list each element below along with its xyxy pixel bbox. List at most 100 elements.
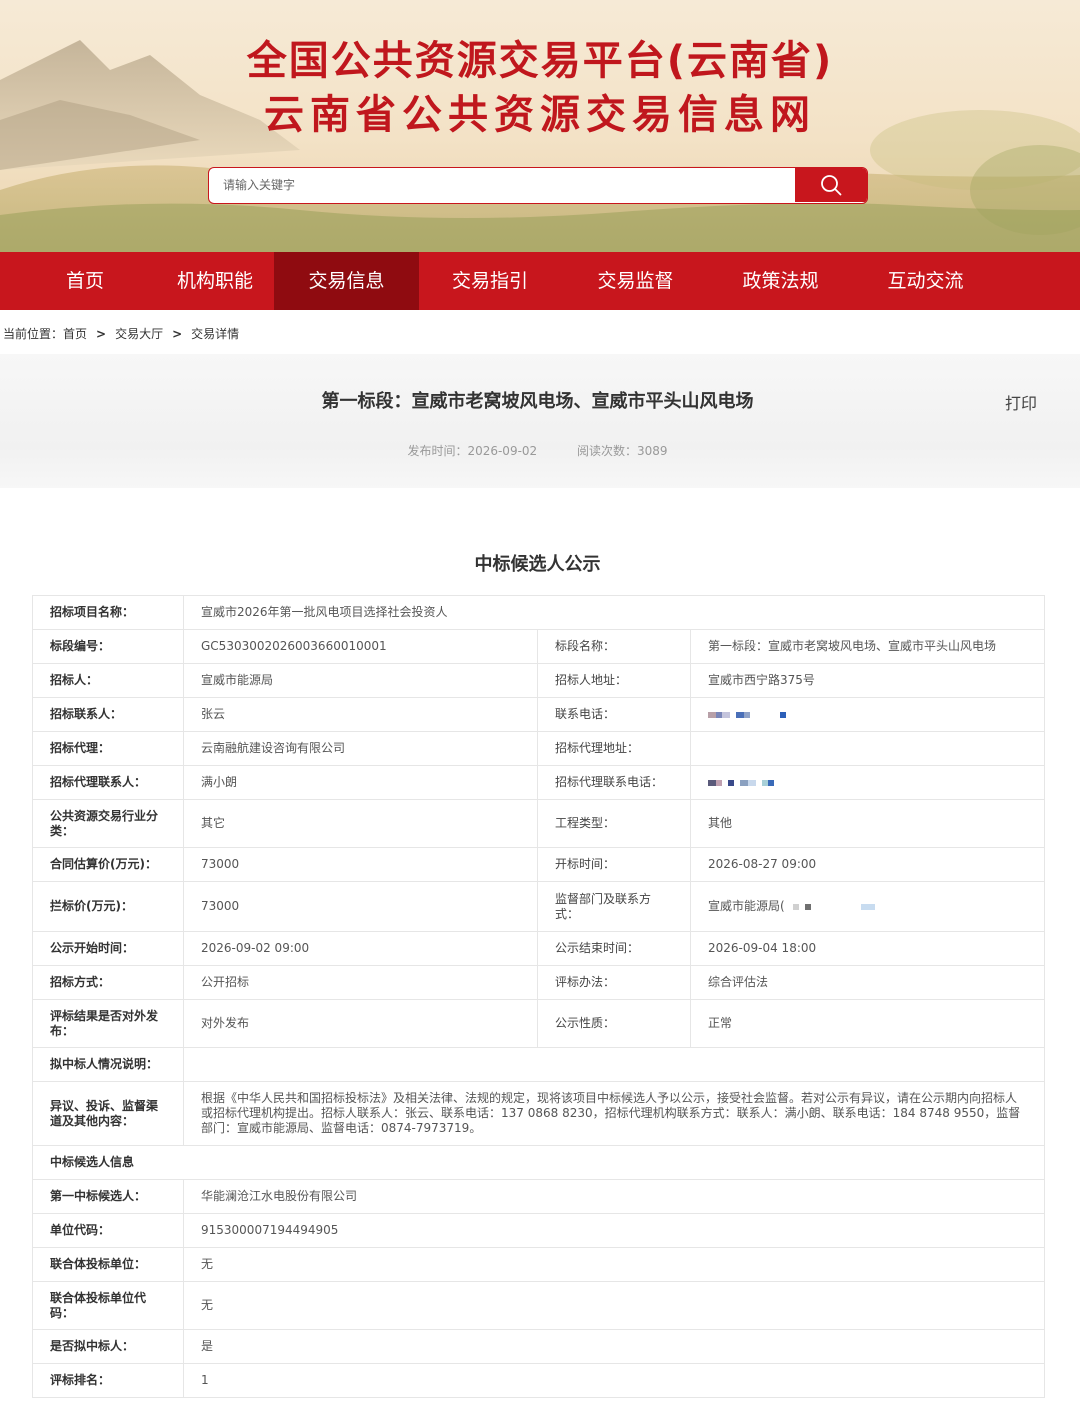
- nav-item-policy[interactable]: 政策法规: [708, 252, 853, 310]
- cell-label: 异议、投诉、监督渠道及其他内容：: [32, 1081, 184, 1146]
- search-input[interactable]: [209, 168, 797, 202]
- cell-value: GC5303002026003660010001: [183, 629, 538, 664]
- table-row: 中标候选人信息: [31, 1145, 1046, 1180]
- cell-value: 宣威市2026年第一批风电项目选择社会投资人: [182, 595, 1046, 630]
- search-button[interactable]: [795, 168, 867, 202]
- redacted-phone: [689, 765, 1046, 800]
- table-row: 招标联系人： 张云 联系电话：: [32, 697, 1046, 732]
- cell-value-supervisor: 宣威市能源局(: [689, 881, 1046, 932]
- cell-label: 公共资源交易行业分类：: [32, 799, 184, 848]
- table-row: 招标人： 宣威市能源局 招标人地址： 宣威市西宁路375号: [32, 663, 1046, 698]
- table-row: 是否拟中标人： 是: [32, 1329, 1046, 1364]
- cell-value: 无: [182, 1247, 1046, 1282]
- breadcrumb-item-hall[interactable]: 交易大厅: [115, 325, 163, 342]
- cell-label: 联合体投标单位代码：: [32, 1281, 184, 1330]
- nav-item-org[interactable]: 机构职能: [145, 252, 285, 310]
- header-banner: 全国公共资源交易平台(云南省) 云南省公共资源交易信息网: [0, 0, 1080, 252]
- cell-label: 单位代码：: [32, 1213, 184, 1248]
- table-row: 招标方式： 公开招标 评标办法： 综合评估法: [32, 965, 1046, 1000]
- cell-label: 招标项目名称：: [32, 595, 184, 630]
- cell-label: 公示开始时间：: [32, 931, 184, 966]
- cell-label: 公示结束时间：: [537, 931, 691, 966]
- cell-value: 对外发布: [183, 999, 538, 1048]
- cell-label: 标段编号：: [32, 629, 184, 664]
- cell-label: 招标联系人：: [32, 697, 184, 732]
- cell-label: 公示性质：: [537, 999, 691, 1048]
- nav-item-supervision[interactable]: 交易监督: [563, 252, 708, 310]
- table-row: 联合体投标单位： 无: [32, 1247, 1046, 1282]
- cell-value: 宣威市西宁路375号: [689, 663, 1046, 698]
- cell-label: 招标代理联系电话：: [537, 765, 691, 800]
- cell-value: 73000: [183, 881, 538, 932]
- section-header: 中标候选人信息: [31, 1145, 1046, 1180]
- breadcrumb-separator: >: [96, 327, 107, 341]
- cell-value: 2026-09-02 09:00: [183, 931, 538, 966]
- cell-label: 是否拟中标人：: [32, 1329, 184, 1364]
- search-bar: [208, 167, 868, 204]
- cell-label: 招标人：: [32, 663, 184, 698]
- cell-value: [689, 731, 1046, 766]
- cell-value: 915300007194494905: [182, 1213, 1046, 1248]
- cell-value: 满小朗: [183, 765, 538, 800]
- cell-value: 2026-08-27 09:00: [689, 847, 1046, 882]
- notice-title: 中标候选人公示: [474, 554, 601, 575]
- cell-value: 是: [182, 1329, 1046, 1364]
- cell-label: 开标时间：: [537, 847, 691, 882]
- table-row: 招标代理： 云南融航建设咨询有限公司 招标代理地址：: [32, 731, 1046, 766]
- article-title: 第一标段：宣威市老窝坡风电场、宣威市平头山风电场: [321, 391, 754, 412]
- table-row: 拦标价(万元)： 73000 监督部门及联系方式： 宣威市能源局(: [32, 881, 1046, 932]
- supervisor-text: 宣威市能源局(: [708, 899, 785, 913]
- cell-value: 公开招标: [183, 965, 538, 1000]
- site-title-line1: 全国公共资源交易平台(云南省): [246, 38, 834, 84]
- cell-value-objection: 根据《中华人民共和国招标投标法》及相关法律、法规的规定，现将该项目中标候选人予以…: [182, 1081, 1046, 1146]
- table-row: 评标结果是否对外发布： 对外发布 公示性质： 正常: [32, 999, 1046, 1048]
- cell-value: 云南融航建设咨询有限公司: [183, 731, 538, 766]
- cell-value: 正常: [689, 999, 1046, 1048]
- cell-value: 1: [182, 1363, 1046, 1398]
- table-row: 合同估算价(万元)： 73000 开标时间： 2026-08-27 09:00: [32, 847, 1046, 882]
- table-row: 招标代理联系人： 满小朗 招标代理联系电话：: [32, 765, 1046, 800]
- cell-label: 联合体投标单位：: [32, 1247, 184, 1282]
- table-row: 第一中标候选人： 华能澜沧江水电股份有限公司: [32, 1179, 1046, 1214]
- table-row: 招标项目名称： 宣威市2026年第一批风电项目选择社会投资人: [32, 595, 1046, 630]
- cell-label: 招标代理联系人：: [32, 765, 184, 800]
- cell-value: 华能澜沧江水电股份有限公司: [182, 1179, 1046, 1214]
- table-row: 公共资源交易行业分类： 其它 工程类型： 其他: [32, 799, 1046, 848]
- breadcrumb: 当前位置：首页 > 交易大厅 > 交易详情: [3, 325, 239, 342]
- cell-value: 其它: [183, 799, 538, 848]
- cell-value: 无: [182, 1281, 1046, 1330]
- site-title-line2: 云南省公共资源交易信息网: [264, 92, 816, 138]
- nav-item-interaction[interactable]: 互动交流: [853, 252, 998, 310]
- nav-item-trade-info[interactable]: 交易信息: [274, 252, 419, 310]
- cell-label: 工程类型：: [537, 799, 691, 848]
- cell-label: 拦标价(万元)：: [32, 881, 184, 932]
- table-row: 拟中标人情况说明：: [32, 1047, 1046, 1082]
- cell-label: 第一中标候选人：: [32, 1179, 184, 1214]
- cell-label: 招标方式：: [32, 965, 184, 1000]
- table-row: 联合体投标单位代码： 无: [32, 1281, 1046, 1330]
- redacted-phone: [689, 697, 1046, 732]
- cell-label: 合同估算价(万元)：: [32, 847, 184, 882]
- table-row: 公示开始时间： 2026-09-02 09:00 公示结束时间： 2026-09…: [32, 931, 1046, 966]
- cell-label: 招标代理：: [32, 731, 184, 766]
- publish-time: 发布时间：2026-09-02: [407, 444, 538, 458]
- cell-value: 第一标段：宣威市老窝坡风电场、宣威市平头山风电场: [689, 629, 1046, 664]
- search-icon: [821, 175, 842, 196]
- breadcrumb-item-home[interactable]: 首页: [63, 325, 87, 342]
- cell-label: 招标人地址：: [537, 663, 691, 698]
- article-header: 第一标段：宣威市老窝坡风电场、宣威市平头山风电场 打印 发布时间：2026-09…: [0, 354, 1080, 488]
- print-button[interactable]: 打印: [1005, 390, 1037, 414]
- cell-label: 招标代理地址：: [537, 731, 691, 766]
- cell-value: 2026-09-04 18:00: [689, 931, 1046, 966]
- cell-value: 综合评估法: [689, 965, 1046, 1000]
- nav-item-guide[interactable]: 交易指引: [419, 252, 561, 310]
- table-row: 单位代码： 915300007194494905: [32, 1213, 1046, 1248]
- cell-label: 评标结果是否对外发布：: [32, 999, 184, 1048]
- cell-label: 联系电话：: [537, 697, 691, 732]
- cell-label: 拟中标人情况说明：: [32, 1047, 184, 1082]
- read-count: 阅读次数：3089: [577, 444, 668, 458]
- cell-label: 评标办法：: [537, 965, 691, 1000]
- cell-value: 其他: [689, 799, 1046, 848]
- cell-value: [182, 1047, 1046, 1082]
- breadcrumb-separator: >: [172, 327, 183, 341]
